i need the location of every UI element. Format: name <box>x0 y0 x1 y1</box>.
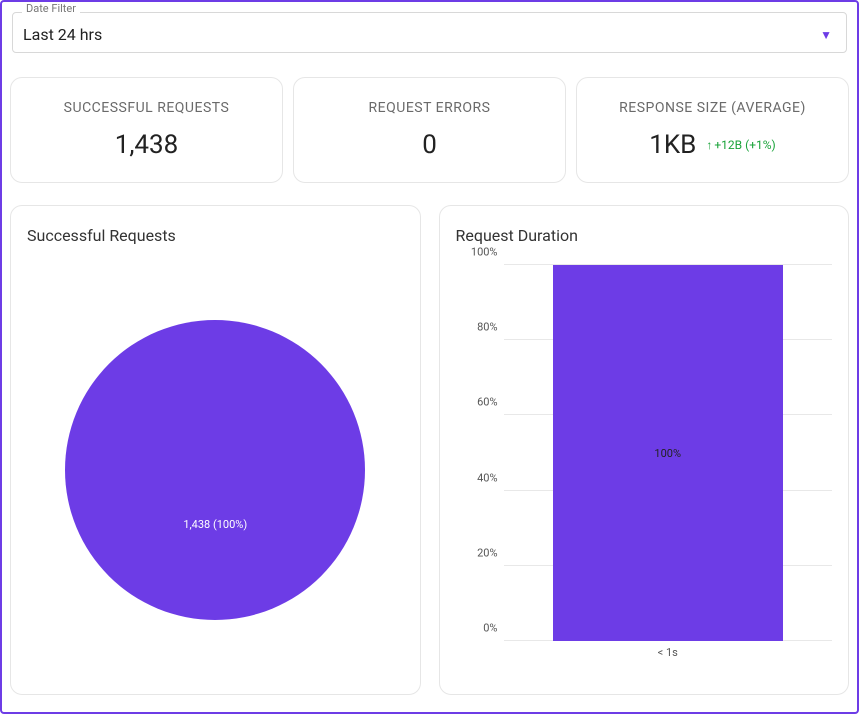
x-tick: < 1s <box>504 646 833 659</box>
dashboard-container: Date Filter Last 24 hrs ▼ SUCCESSFUL REQ… <box>0 0 859 714</box>
date-filter-label: Date Filter <box>22 2 80 15</box>
chart-title: Successful Requests <box>27 226 404 245</box>
stat-card-successful-requests: SUCCESSFUL REQUESTS 1,438 <box>10 77 283 183</box>
stat-value: 1,438 <box>115 130 179 160</box>
bar-plot-area: 0% 20% 40% 60% 80% 100% 100% < 1s <box>504 265 833 641</box>
charts-row: Successful Requests 1,438 (100%) Request… <box>10 205 849 695</box>
y-tick: 60% <box>456 396 498 409</box>
y-tick: 20% <box>456 546 498 559</box>
stat-title: RESPONSE SIZE (AVERAGE) <box>587 100 838 116</box>
stat-card-request-errors: REQUEST ERRORS 0 <box>293 77 566 183</box>
stat-delta: ↑ +12B (+1%) <box>706 138 775 152</box>
dropdown-caret-icon: ▼ <box>820 28 832 42</box>
stat-value: 1KB <box>649 130 696 160</box>
y-tick: 100% <box>456 246 498 259</box>
stat-card-response-size: RESPONSE SIZE (AVERAGE) 1KB ↑ +12B (+1%) <box>576 77 849 183</box>
pie-slice: 1,438 (100%) <box>65 320 365 620</box>
bar-value-label: 100% <box>654 447 681 460</box>
arrow-up-icon: ↑ <box>706 138 712 152</box>
stats-row: SUCCESSFUL REQUESTS 1,438 REQUEST ERRORS… <box>10 77 849 183</box>
stat-title: SUCCESSFUL REQUESTS <box>21 100 272 116</box>
y-tick: 40% <box>456 471 498 484</box>
y-tick: 0% <box>456 622 498 635</box>
date-filter-select[interactable]: Last 24 hrs ▼ <box>12 12 847 53</box>
bar: 100% <box>553 265 783 641</box>
pie-chart: 1,438 (100%) <box>27 265 404 675</box>
pie-slice-label: 1,438 (100%) <box>183 518 247 531</box>
stat-value: 0 <box>422 130 437 160</box>
date-filter-value: Last 24 hrs <box>23 25 102 44</box>
chart-card-request-duration: Request Duration 0% 20% 40% 60% 80% 100%… <box>439 205 850 695</box>
chart-title: Request Duration <box>456 226 833 245</box>
chart-card-successful-requests: Successful Requests 1,438 (100%) <box>10 205 421 695</box>
bar-chart: 0% 20% 40% 60% 80% 100% 100% < 1s <box>456 265 833 665</box>
y-tick: 80% <box>456 321 498 334</box>
stat-delta-text: +12B (+1%) <box>714 138 775 152</box>
stat-title: REQUEST ERRORS <box>304 100 555 116</box>
date-filter-field: Date Filter Last 24 hrs ▼ <box>12 12 847 53</box>
